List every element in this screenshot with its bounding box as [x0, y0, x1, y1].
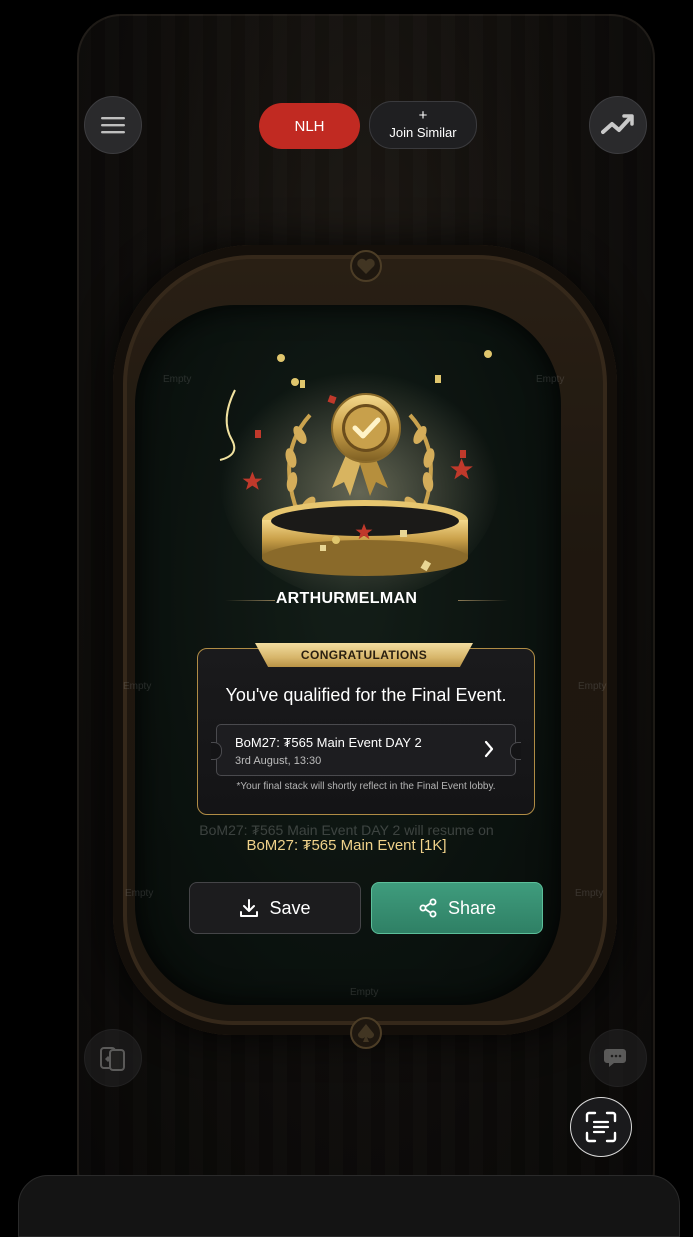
- bottom-sheet: [18, 1175, 680, 1237]
- qualification-card: CONGRATULATIONS You've qualified for the…: [197, 643, 535, 815]
- seat-empty-label: Empty: [350, 987, 379, 998]
- spade-ornament-icon: [350, 1017, 382, 1049]
- share-button[interactable]: Share: [371, 882, 543, 934]
- background-resume-text: BoM27: ₮565 Main Event DAY 2 will resume…: [199, 822, 494, 838]
- ticket-notch-right: [510, 742, 521, 760]
- congratulations-ribbon: CONGRATULATIONS: [255, 643, 473, 667]
- save-label: Save: [269, 897, 311, 918]
- seat-empty-label: Empty: [575, 888, 604, 899]
- chat-button[interactable]: [589, 1029, 647, 1087]
- final-event-ticket[interactable]: BoM27: ₮565 Main Event DAY 2 3rd August,…: [211, 724, 521, 776]
- seat-empty-label: Empty: [578, 681, 607, 692]
- join-similar-button[interactable]: + Join Similar: [369, 101, 477, 149]
- qualified-headline: You've qualified for the Final Event.: [225, 685, 507, 705]
- share-label: Share: [447, 897, 497, 918]
- scan-button[interactable]: [570, 1097, 632, 1157]
- plus-icon: +: [418, 107, 428, 124]
- event-title: BoM27: ₮565 Main Event DAY 2: [235, 735, 422, 750]
- trophy-medal-icon: [219, 350, 500, 600]
- download-icon: [240, 899, 259, 917]
- tournament-name-link[interactable]: BoM27: ₮565 Main Event [1K]: [0, 837, 693, 854]
- cards-icon: [100, 1047, 125, 1071]
- event-date: 3rd August, 13:30: [235, 755, 322, 767]
- chevron-right-icon: [484, 740, 494, 758]
- final-stack-note: *Your final stack will shortly reflect i…: [236, 781, 496, 792]
- save-button[interactable]: Save: [189, 882, 361, 934]
- share-icon: [419, 898, 437, 918]
- cards-button[interactable]: [84, 1029, 142, 1087]
- seat-empty-label: Empty: [123, 681, 152, 692]
- stats-button[interactable]: [589, 96, 647, 154]
- scan-icon: [585, 1111, 617, 1143]
- heart-ornament-icon: [350, 250, 382, 282]
- join-similar-label: Join Similar: [389, 125, 457, 140]
- tab-nlh[interactable]: NLH: [259, 103, 360, 149]
- chart-icon: [601, 114, 634, 134]
- tab-nlh-label: NLH: [294, 117, 325, 135]
- ticket-notch-left: [211, 742, 222, 760]
- menu-button[interactable]: [84, 96, 142, 154]
- chat-icon: [604, 1049, 626, 1067]
- menu-icon: [101, 117, 125, 134]
- seat-empty-label: Empty: [125, 888, 154, 899]
- player-name: ARTHURMELMAN: [275, 590, 418, 607]
